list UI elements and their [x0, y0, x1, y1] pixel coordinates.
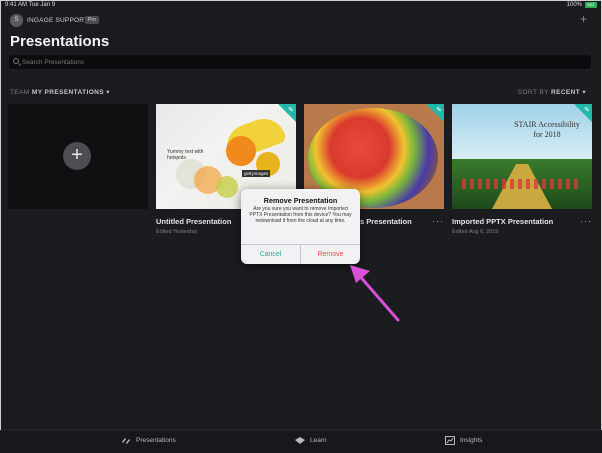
annotation-arrow-icon	[350, 265, 400, 322]
pro-badge: Pro	[85, 16, 99, 24]
status-right: 100% BAT	[567, 2, 597, 8]
team-filter[interactable]: TEAM MY PRESENTATIONS ▾	[10, 88, 110, 96]
team-filter-value: MY PRESENTATIONS ▾	[31, 89, 110, 96]
remove-presentation-dialog: Remove Presentation Are you sure you wan…	[241, 189, 360, 264]
more-options-icon[interactable]: ···	[580, 216, 592, 226]
battery-percent: 100%	[566, 2, 582, 8]
plus-icon: +	[63, 142, 91, 170]
fruit-image	[226, 136, 256, 166]
remove-button[interactable]: Remove	[301, 245, 360, 264]
battery-icon: BAT	[585, 2, 597, 8]
search-input[interactable]	[22, 56, 582, 68]
status-time: 9:41 AM Tue Jan 9	[5, 2, 56, 8]
sort-filter[interactable]: SORT BY RECENT ▾	[518, 88, 586, 96]
fruit-image	[216, 176, 238, 198]
card-title-untitled[interactable]: Untitled Presentation	[156, 217, 231, 226]
add-presentation-button[interactable]: +	[580, 12, 587, 26]
tab-insights[interactable]: Insights	[445, 436, 482, 445]
pencil-icon: ✎	[288, 107, 294, 114]
tab-learn[interactable]: Learn	[295, 436, 327, 445]
new-presentation-card[interactable]: +	[8, 104, 148, 209]
learn-icon	[295, 437, 305, 444]
flowers-image	[462, 179, 582, 189]
bottom-tab-bar: Presentations Learn Insights	[0, 430, 602, 453]
search-bar[interactable]	[9, 55, 591, 69]
account-name[interactable]: INGAGE SUPPORT	[27, 17, 88, 24]
status-bar: 9:41 AM Tue Jan 9 100% BAT	[0, 0, 602, 10]
dialog-message: Are you sure you want to remove Imported…	[249, 206, 352, 224]
gettyimages-badge: gettyimages	[242, 170, 271, 177]
presentation-thumbnail-imported-pptx[interactable]: STAIR Accessibility for 2018 ✎	[452, 104, 592, 209]
insights-icon	[445, 436, 455, 445]
card-title-fruit-bowl[interactable]: s Presentation	[360, 217, 412, 226]
sort-filter-value: RECENT ▾	[551, 89, 586, 96]
edit-corner[interactable]: ✎	[426, 104, 444, 122]
card-title-imported-pptx[interactable]: Imported PPTX Presentation	[452, 217, 553, 226]
search-icon	[13, 58, 19, 64]
more-options-icon[interactable]: ···	[432, 216, 444, 226]
presentations-icon	[122, 438, 130, 444]
tab-presentations[interactable]: Presentations	[121, 436, 176, 445]
card-subtitle-imported-pptx: Edited Aug 6, 2019	[452, 229, 499, 235]
dialog-title: Remove Presentation	[263, 196, 338, 205]
card-subtitle-untitled: Edited Yesterday	[156, 229, 198, 235]
pencil-icon: ✎	[584, 107, 590, 114]
avatar[interactable]: S	[10, 14, 23, 27]
pencil-icon: ✎	[436, 107, 442, 114]
edit-corner[interactable]: ✎	[278, 104, 296, 122]
edit-corner[interactable]: ✎	[574, 104, 592, 122]
page-title: Presentations	[10, 33, 110, 50]
thumbnail-text: STAIR Accessibility for 2018	[514, 120, 580, 139]
cancel-button[interactable]: Cancel	[241, 245, 300, 264]
